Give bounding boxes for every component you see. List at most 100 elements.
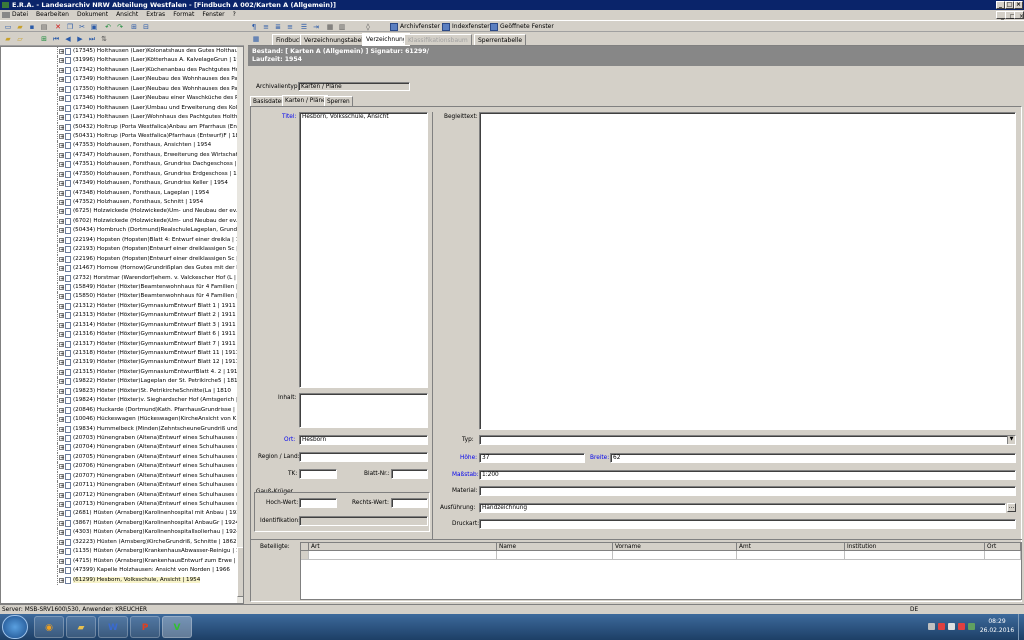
align-center-icon[interactable]: ≣ <box>274 23 282 31</box>
rechtswert-field[interactable] <box>391 498 428 508</box>
tree-item[interactable]: + (47399) Kapelle Holzhausen: Ansicht von… <box>1 566 237 576</box>
blatt-field[interactable] <box>391 469 428 479</box>
tree-item[interactable]: + (47347) Holzhausen, Forsthaus, Erweiter… <box>1 150 237 161</box>
tree-item[interactable]: + (47352) Holzhausen, Forsthaus, Schnitt … <box>1 198 237 208</box>
scroll-thumb[interactable] <box>237 547 243 597</box>
expand-toggle-icon[interactable]: + <box>59 209 64 215</box>
tree-item[interactable]: + (17349) Holthausen (Laer)Neubau des Woh… <box>1 75 237 85</box>
expand-toggle-icon[interactable]: + <box>59 284 64 290</box>
menu-extras[interactable]: Extras <box>142 10 169 20</box>
paste-icon[interactable]: ▣ <box>90 23 98 31</box>
folder-open-icon[interactable]: ▱ <box>16 35 24 43</box>
grid-header-vorname[interactable]: Vorname <box>613 543 737 551</box>
redo-icon[interactable]: ↷ <box>116 23 124 31</box>
tree-item[interactable]: + (4303) Hüsten (Arnsberg)Karolinenhospit… <box>1 528 237 538</box>
expand-toggle-icon[interactable]: + <box>59 143 64 149</box>
tree-item[interactable]: + (21312) Höxter (Höxter)GymnasiumEntwurf… <box>1 301 237 312</box>
grid-cell[interactable] <box>737 551 845 560</box>
tree-item[interactable]: + (47351) Holzhausen, Forsthaus, Grundris… <box>1 160 237 170</box>
tree-item[interactable]: + (20712) Hünengraben (Altena)Entwurf ein… <box>1 490 237 500</box>
tree-item[interactable]: + (20705) Hünengraben (Altena)Entwurf ein… <box>1 452 237 463</box>
word-icon[interactable]: W <box>98 616 128 638</box>
indexfenster-button[interactable]: Indexfenster <box>442 22 490 32</box>
archivalientyp-field[interactable]: Karten / Pläne <box>298 82 410 91</box>
menu-format[interactable]: Format <box>169 10 198 20</box>
tree-item[interactable]: + (6702) Holzwickede (Holzwickede)Um- und… <box>1 216 237 227</box>
expand-toggle-icon[interactable]: + <box>59 162 64 168</box>
expand-toggle-icon[interactable]: + <box>59 77 64 83</box>
expand-toggle-icon[interactable]: + <box>59 502 64 508</box>
expand-toggle-icon[interactable]: + <box>59 171 64 177</box>
tree-item[interactable]: + (15849) Höxter (Höxter)Beamtenwohnhaus … <box>1 282 237 293</box>
clock[interactable]: 08:29 26.02.2016 <box>978 617 1016 635</box>
explorer-icon[interactable]: ▰ <box>66 616 96 638</box>
era-app-icon[interactable]: V <box>162 616 192 638</box>
expand-toggle-icon[interactable]: + <box>59 322 64 328</box>
grid-header-name[interactable]: Name <box>497 543 613 551</box>
minimize-button[interactable]: _ <box>996 1 1005 9</box>
align-right-icon[interactable]: ≡ <box>286 23 294 31</box>
grid-cell[interactable] <box>497 551 613 560</box>
ie-icon[interactable]: ◉ <box>34 616 64 638</box>
show-desktop-button[interactable] <box>1018 614 1024 640</box>
tree-item[interactable]: + (20846) Huckarde (Dortmund)Kath. Pfarrh… <box>1 405 237 416</box>
grid-header-institution[interactable]: Institution <box>845 543 985 551</box>
expand-toggle-icon[interactable]: + <box>59 200 64 206</box>
expand-toggle-icon[interactable]: + <box>59 426 64 432</box>
expand-toggle-icon[interactable]: + <box>59 266 64 272</box>
table-icon[interactable]: ▦ <box>326 23 334 31</box>
folder-icon[interactable]: ▰ <box>4 35 12 43</box>
expand-toggle-icon[interactable]: + <box>59 275 64 281</box>
tree-item[interactable]: + (21319) Höxter (Höxter)GymnasiumEntwurf… <box>1 358 237 368</box>
tab-sperren[interactable]: Sperren <box>324 96 353 106</box>
tree-item[interactable]: + (17346) Holthausen (Laer)Neubau einer W… <box>1 94 237 104</box>
expand-toggle-icon[interactable]: + <box>59 58 64 64</box>
expand-toggle-icon[interactable]: + <box>59 539 64 545</box>
tree-item[interactable]: + (20704) Hünengraben (Altena)Entwurf ein… <box>1 443 237 453</box>
expand-toggle-icon[interactable]: + <box>59 492 64 498</box>
tree-item[interactable]: + (4715) Hüsten (Arnsberg)KrankenhausEntw… <box>1 556 237 567</box>
tree-item[interactable]: + (19824) Höxter (Höxter)v. Sieghardscher… <box>1 396 237 406</box>
tab-klassifikationsbaum[interactable]: Klassifikationsbaum <box>404 34 472 45</box>
grid-icon[interactable]: ▥ <box>338 23 346 31</box>
list-icon[interactable]: ☰ <box>300 23 308 31</box>
expand-toggle-icon[interactable]: + <box>59 398 64 404</box>
expand-toggle-icon[interactable]: + <box>59 115 64 121</box>
expand-toggle-icon[interactable]: + <box>59 190 64 196</box>
tree-item[interactable]: + (21315) Höxter (Höxter)GymnasiumEntwurf… <box>1 367 237 378</box>
tree-item[interactable]: + (21467) Hornow (Hornow)Grundrißplan des… <box>1 264 237 274</box>
expand-toggle-icon[interactable]: + <box>59 67 64 73</box>
align-left-icon[interactable]: ≡ <box>262 23 270 31</box>
identifikation-field[interactable] <box>299 516 428 526</box>
mdi-icon[interactable] <box>2 12 10 18</box>
expand-toggle-icon[interactable]: + <box>59 49 64 55</box>
tree-item[interactable]: + (17340) Holthausen (Laer)Umbau und Erwe… <box>1 103 237 114</box>
druckart-field[interactable] <box>479 519 1016 529</box>
delete-icon[interactable]: ✕ <box>54 23 62 31</box>
security-icon[interactable] <box>968 623 975 630</box>
expand-toggle-icon[interactable]: + <box>59 388 64 394</box>
flag-icon[interactable] <box>938 623 945 630</box>
tab-sperrentabelle[interactable]: Sperrentabelle <box>474 34 527 45</box>
grid-header-amt[interactable]: Amt <box>737 543 845 551</box>
tree-item[interactable]: + (31996) Holthausen (Laer)Kötterhaus A. … <box>1 56 237 66</box>
expand-toggle-icon[interactable]: + <box>59 464 64 470</box>
next-icon[interactable]: ▶ <box>76 35 84 43</box>
open-icon[interactable]: ▰ <box>16 23 24 31</box>
expand-toggle-icon[interactable]: + <box>59 303 64 309</box>
expand-toggle-icon[interactable]: + <box>59 520 64 526</box>
expand-toggle-icon[interactable]: + <box>59 294 64 300</box>
tree-item[interactable]: + (47348) Holzhausen, Forsthaus, Lageplan… <box>1 188 237 198</box>
tree-item[interactable]: + (22193) Hopsten (Hopsten)Entwurf einer … <box>1 245 237 255</box>
expand-toggle-icon[interactable]: + <box>59 247 64 253</box>
tree-item[interactable]: + (21316) Höxter (Höxter)GymnasiumEntwurf… <box>1 330 237 340</box>
tree-item[interactable]: + (2732) Horstmar (Warendorf)ehem. v. Val… <box>1 273 237 283</box>
tree-item[interactable]: + (50434) Hombruch (Dortmund)RealschuleLa… <box>1 226 237 236</box>
tree-item[interactable]: + (21317) Höxter (Höxter)GymnasiumEntwurf… <box>1 339 237 349</box>
sort-icon[interactable]: ⇅ <box>100 35 108 43</box>
chevron-down-icon[interactable]: ▼ <box>1007 436 1015 444</box>
tree-item[interactable]: + (20706) Hünengraben (Altena)Entwurf ein… <box>1 462 237 472</box>
save-icon[interactable]: ▪ <box>28 23 36 31</box>
print-icon[interactable]: ▤ <box>40 23 48 31</box>
menu-help[interactable]: ? <box>229 10 240 20</box>
